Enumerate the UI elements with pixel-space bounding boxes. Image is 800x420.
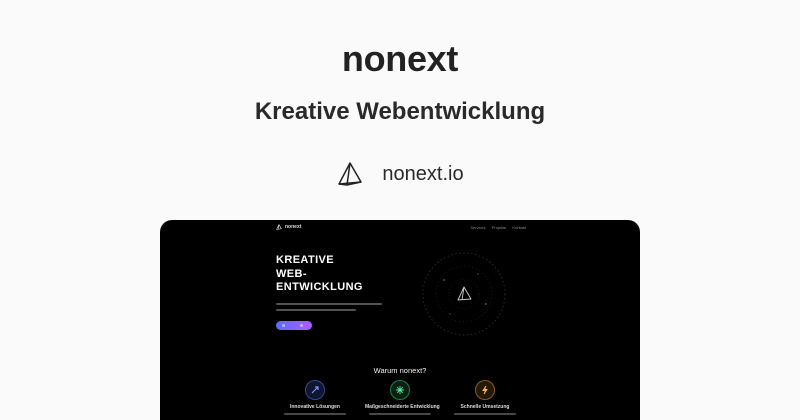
preview-feature-title: Innovative Lösungen: [289, 404, 340, 410]
preview-feature-title: Schnelle Umsetzung: [460, 404, 510, 410]
preview-nav-link[interactable]: Projekte: [492, 225, 507, 230]
domain-row: nonext.io: [0, 160, 800, 188]
pyramid-icon: [338, 162, 363, 186]
domain-link[interactable]: nonext.io: [382, 163, 463, 186]
preview-orbit-graphic: [422, 252, 506, 336]
preview-feature-title: Maßgeschneiderte Entwicklung: [365, 404, 440, 410]
preview-feature-card: Innovative Lösungen: [280, 380, 350, 415]
sparkle-icon: [390, 380, 410, 400]
preview-feature-card: Schnelle Umsetzung: [450, 380, 520, 415]
preview-feature-desc: [454, 413, 516, 415]
brand-title: nonext: [341, 38, 459, 79]
preview-hero-title: KREATIVE WEB- ENTWICKLUNG: [276, 254, 396, 295]
preview-pyramid-icon: [276, 224, 282, 230]
preview-logo-text: nonext: [285, 224, 302, 230]
preview-nav-links: Services Projekte Kontakt: [470, 225, 526, 230]
preview-feature-desc: [284, 413, 346, 415]
preview-hero-description: [276, 303, 386, 315]
preview-feature-desc: [369, 413, 431, 415]
preview-feature-card: Maßgeschneiderte Entwicklung: [365, 380, 440, 415]
preview-cta-button[interactable]: [276, 321, 312, 330]
preview-nav-link[interactable]: Services: [470, 225, 485, 230]
rocket-icon: [305, 380, 325, 400]
preview-hero-line: WEB-: [276, 267, 307, 280]
preview-hero-line: KREATIVE: [276, 254, 335, 266]
brand-tagline: Kreative Webentwicklung: [254, 98, 546, 125]
preview-navbar: nonext Services Projekte Kontakt: [276, 224, 526, 234]
preview-nav-link[interactable]: Kontakt: [512, 225, 526, 230]
preview-hero-line: ENTWICKLUNG: [276, 281, 363, 293]
preview-section-title: Warum nonext?: [373, 366, 427, 375]
website-preview: nonext Services Projekte Kontakt KREATIV…: [160, 220, 640, 420]
bolt-icon: [475, 380, 495, 400]
preview-logo[interactable]: nonext: [276, 224, 301, 230]
